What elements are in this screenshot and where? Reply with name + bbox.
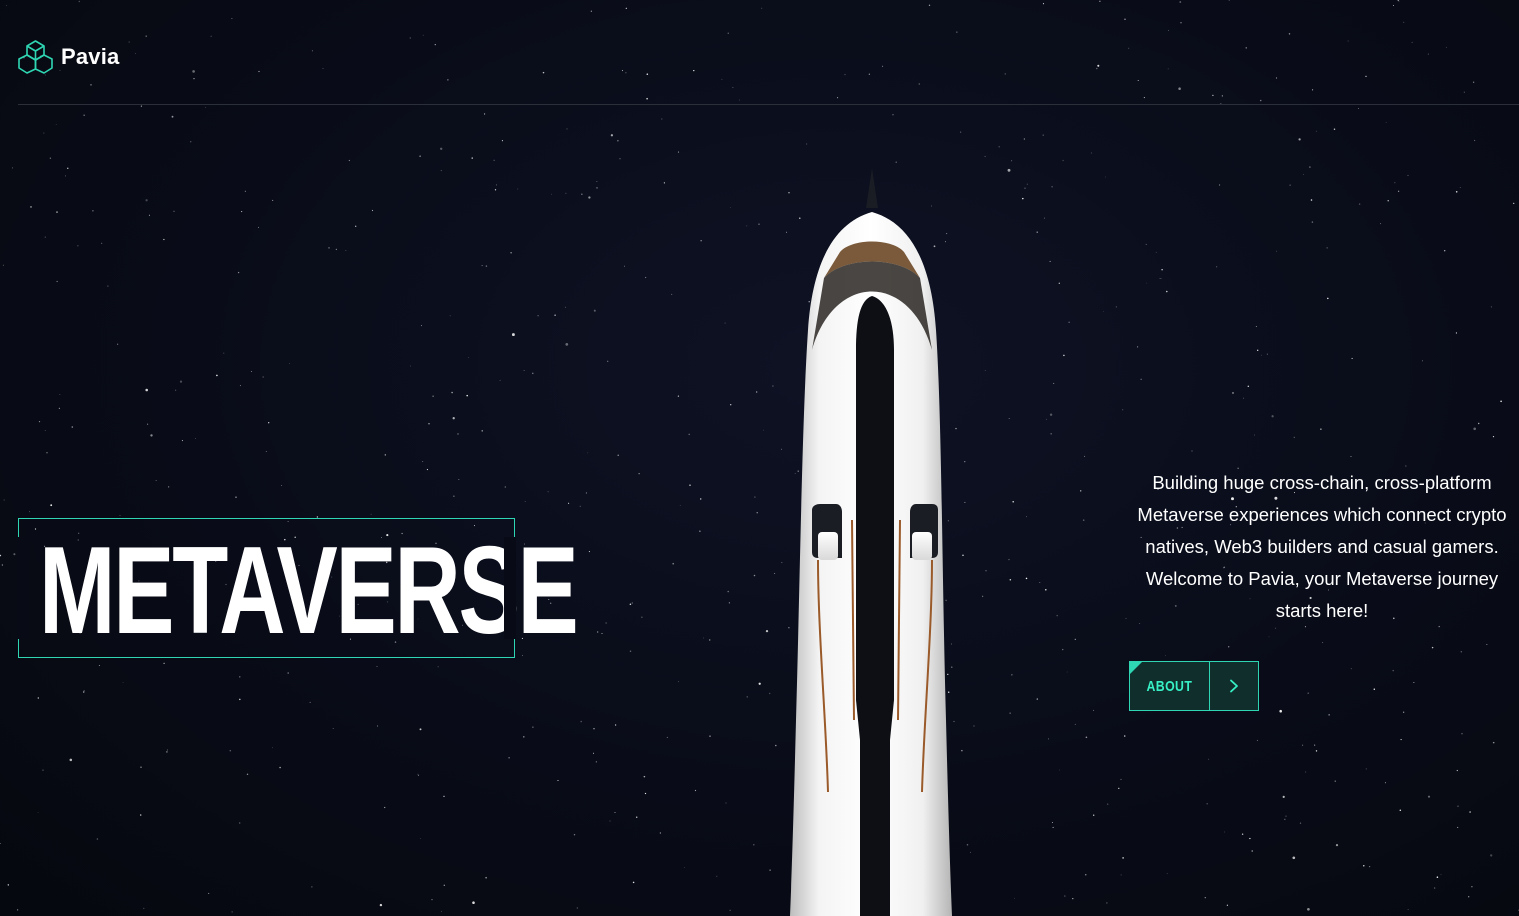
chevron-right-icon (1229, 679, 1238, 693)
brand-name: Pavia (61, 43, 120, 69)
cube-network-icon (18, 40, 53, 74)
about-button-label: ABOUT (1146, 677, 1193, 695)
hero-description: Building huge cross-chain, cross-platfor… (1137, 472, 1507, 621)
hero-page: Pavia METAVERSE Building huge cross-chai… (0, 0, 1519, 916)
brand-logo-link[interactable]: Pavia (18, 39, 120, 74)
hero-title: METAVERSE (39, 522, 579, 660)
site-header: Pavia (18, 0, 1519, 105)
about-arrow (1208, 662, 1258, 710)
hero-title-frame: METAVERSE (17, 518, 579, 659)
about-button[interactable]: ABOUT (1129, 661, 1259, 711)
rocket-image (790, 168, 952, 916)
